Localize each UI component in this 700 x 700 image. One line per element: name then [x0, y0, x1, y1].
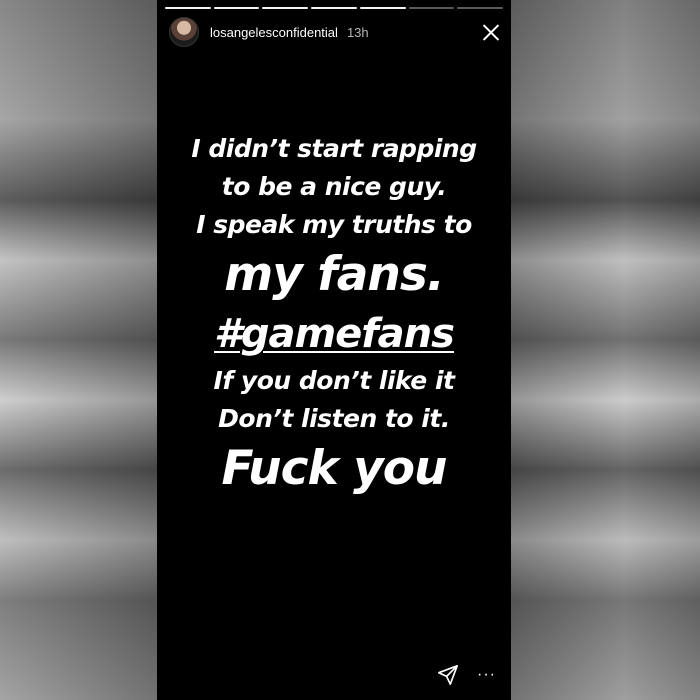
close-icon[interactable] [481, 22, 501, 42]
story-text-line: Don’t listen to it. [218, 404, 450, 433]
progress-segment [165, 7, 211, 9]
story-text-line: I didn’t start rapping [191, 134, 477, 163]
hashtag[interactable]: #gamefans [157, 306, 511, 362]
background-shade-right [511, 0, 700, 700]
avatar[interactable] [169, 17, 199, 47]
story-viewer[interactable]: losangelesconfidential 13h I didn’t star… [157, 0, 511, 700]
story-footer: ··· [157, 664, 511, 686]
progress-segment [213, 7, 260, 9]
story-text-line: to be a nice guy. [221, 172, 447, 201]
story-text: I didn’t start rapping to be a nice guy.… [157, 130, 511, 500]
progress-segment [359, 7, 406, 9]
story-header: losangelesconfidential 13h [169, 16, 501, 48]
progress-segment [408, 7, 455, 9]
story-text-line: Fuck you [221, 441, 448, 496]
username[interactable]: losangelesconfidential [210, 25, 338, 40]
story-text-line: If you don’t like it [213, 366, 455, 395]
progress-segment [262, 7, 309, 9]
background-shade-left [0, 0, 157, 700]
story-text-line: my fans. [224, 247, 444, 302]
timestamp: 13h [346, 24, 369, 40]
more-icon[interactable]: ··· [477, 667, 496, 683]
story-progress-bar [165, 7, 504, 9]
progress-segment [311, 7, 357, 9]
send-icon[interactable] [437, 664, 459, 686]
story-text-line: I speak my truths to [196, 210, 472, 239]
progress-segment [457, 7, 504, 9]
